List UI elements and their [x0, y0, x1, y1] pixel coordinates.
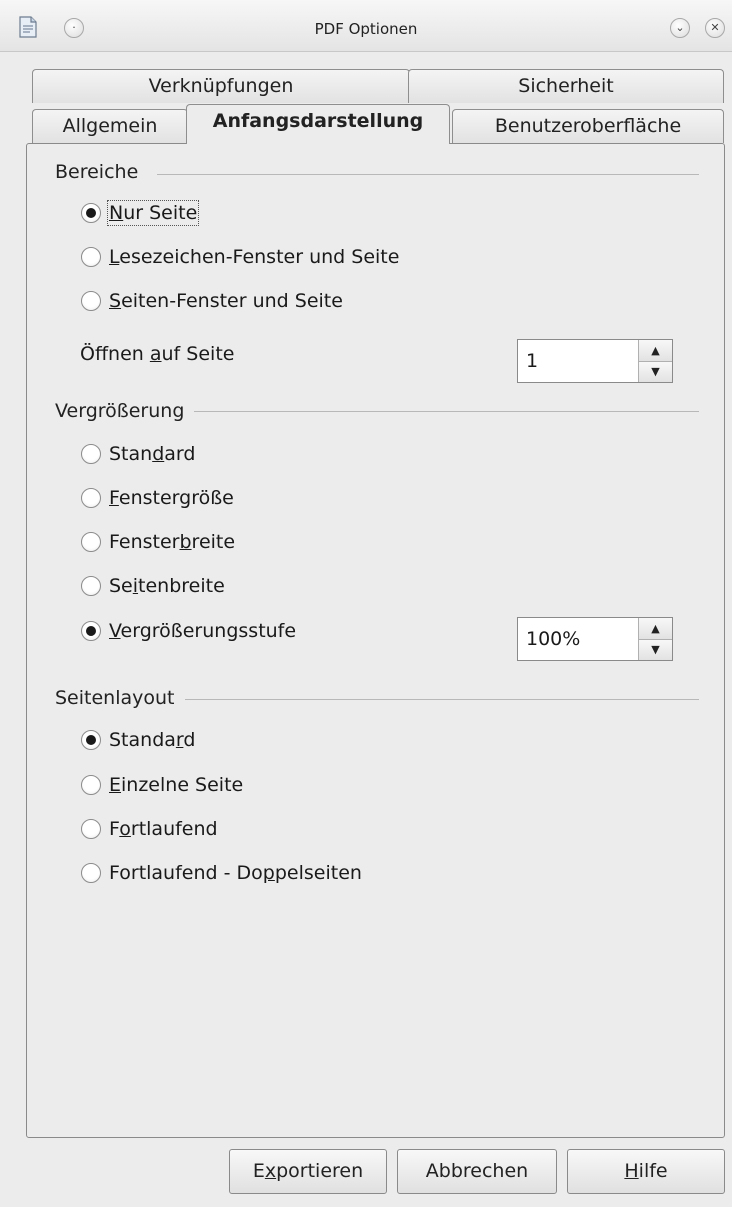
spin-down-icon[interactable]: ▼ — [639, 639, 672, 660]
tab-anfangsdarstellung[interactable]: Anfangsdarstellung — [186, 104, 450, 144]
radio-label: Vergrößerungsstufe — [109, 620, 297, 642]
group-title-magnification: Vergrößerung — [55, 400, 195, 422]
radio-button[interactable] — [81, 730, 101, 750]
radio-button[interactable] — [81, 444, 101, 464]
tab-verknuepfungen[interactable]: Verknüpfungen — [32, 69, 410, 103]
chevron-down-icon[interactable]: ⌄ — [670, 18, 690, 38]
radio-label: Fensterbreite — [109, 531, 236, 553]
group-title-panes: Bereiche — [55, 161, 149, 183]
radio-label: Einzelne Seite — [109, 774, 244, 796]
open-on-page-spinbox[interactable]: 1 ▲ ▼ — [517, 339, 673, 383]
radio-einzelne-seite[interactable]: Einzelne Seite — [81, 771, 243, 799]
radio-button[interactable] — [81, 863, 101, 883]
radio-vergroesserungsstufe[interactable]: Vergrößerungsstufe — [81, 617, 296, 645]
group-title-page-layout: Seitenlayout — [55, 687, 185, 709]
divider — [187, 411, 699, 412]
spin-up-icon[interactable]: ▲ — [639, 618, 672, 640]
radio-label: Nur Seite — [106, 200, 200, 226]
window-title: PDF Optionen — [314, 20, 418, 38]
radio-button[interactable] — [81, 488, 101, 508]
radio-button[interactable] — [81, 203, 101, 223]
radio-label: Standard — [109, 443, 196, 465]
radio-label: Lesezeichen-Fenster und Seite — [109, 246, 400, 268]
spin-up-icon[interactable]: ▲ — [639, 340, 672, 362]
radio-button[interactable] — [81, 775, 101, 795]
radio-label: Seiten-Fenster und Seite — [109, 290, 343, 312]
radio-button[interactable] — [81, 247, 101, 267]
radio-fensterbreite[interactable]: Fensterbreite — [81, 528, 235, 556]
cancel-button[interactable]: Abbrechen — [397, 1149, 557, 1194]
radio-label: Fortlaufend - Doppelseiten — [109, 862, 362, 884]
radio-fortlaufend[interactable]: Fortlaufend — [81, 815, 218, 843]
divider — [157, 174, 699, 175]
radio-seiten-fenster[interactable]: Seiten-Fenster und Seite — [81, 287, 343, 315]
radio-nur-seite[interactable]: Nur Seite — [81, 199, 200, 227]
radio-standard-layout[interactable]: Standard — [81, 726, 195, 754]
radio-standard-zoom[interactable]: Standard — [81, 440, 195, 468]
radio-label: Seitenbreite — [109, 575, 225, 597]
radio-button[interactable] — [81, 576, 101, 596]
spin-value[interactable]: 100% — [518, 618, 638, 660]
radio-button[interactable] — [81, 819, 101, 839]
help-button[interactable]: Hilfe — [567, 1149, 725, 1194]
radio-button[interactable] — [81, 621, 101, 641]
spin-value[interactable]: 1 — [518, 340, 638, 382]
zoom-spinbox[interactable]: 100% ▲ ▼ — [517, 617, 673, 661]
spin-down-icon[interactable]: ▼ — [639, 361, 672, 382]
radio-button[interactable] — [81, 532, 101, 552]
radio-fenstergroesse[interactable]: Fenstergröße — [81, 484, 234, 512]
radio-label: Fortlaufend — [109, 818, 218, 840]
export-button[interactable]: Exportieren — [229, 1149, 387, 1194]
open-on-page-label: Öffnen auf Seite — [80, 343, 235, 365]
title-bar: · PDF Optionen ⌄ ✕ — [0, 0, 732, 52]
divider — [173, 699, 699, 700]
radio-label: Fenstergröße — [109, 487, 234, 509]
radio-label: Standard — [109, 729, 196, 751]
tab-benutzeroberflaeche[interactable]: Benutzeroberfläche — [452, 109, 724, 143]
radio-lesezeichen-fenster[interactable]: Lesezeichen-Fenster und Seite — [81, 243, 399, 271]
radio-button[interactable] — [81, 291, 101, 311]
tab-sicherheit[interactable]: Sicherheit — [408, 69, 724, 103]
tab-allgemein[interactable]: Allgemein — [32, 109, 188, 143]
tab-panel: Bereiche Nur Seite Lesezeichen-Fenster u… — [26, 143, 725, 1138]
radio-seitenbreite[interactable]: Seitenbreite — [81, 572, 225, 600]
radio-fortlaufend-doppelseiten[interactable]: Fortlaufend - Doppelseiten — [81, 859, 362, 887]
close-icon[interactable]: ✕ — [705, 18, 725, 38]
